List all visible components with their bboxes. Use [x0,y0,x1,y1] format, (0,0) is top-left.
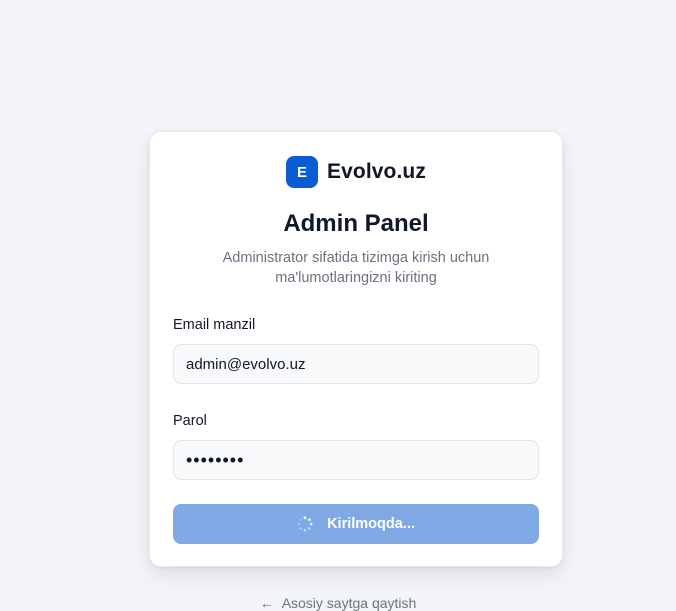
spinner-icon [297,516,313,532]
login-card: E Evolvo.uz Admin Panel Administrator si… [149,131,563,567]
login-button-label: Kirilmoqda... [327,516,415,532]
page-title: Admin Panel [283,210,429,237]
back-to-site-link[interactable]: ← Asosiy saytga qaytish [0,595,676,611]
login-button[interactable]: Kirilmoqda... [173,504,539,544]
email-label: Email manzil [173,317,256,333]
arrow-left-icon: ← [259,595,274,611]
email-field[interactable] [173,344,539,384]
page-subtitle: Administrator sifatida tizimga kirish uc… [222,250,490,286]
brand-logo: E [286,156,319,188]
brand: E Evolvo.uz [150,156,562,188]
back-to-site-label: Asosiy saytga qaytish [281,595,417,611]
password-label: Parol [173,413,207,429]
brand-name: Evolvo.uz [327,160,426,183]
password-field[interactable] [173,440,539,480]
